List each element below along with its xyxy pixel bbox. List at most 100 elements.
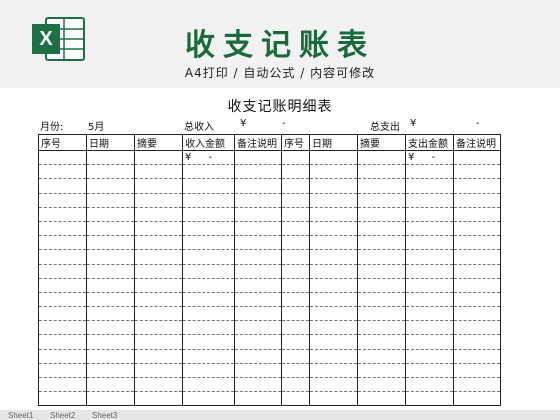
cell[interactable] [38,178,87,194]
cell[interactable] [281,278,310,293]
cell[interactable] [182,306,235,322]
cell[interactable] [357,164,406,180]
cell[interactable] [38,264,87,279]
cell[interactable] [357,221,406,237]
cell[interactable] [86,249,135,265]
cell[interactable] [453,164,501,180]
cell[interactable] [86,178,135,194]
cell[interactable] [38,377,87,393]
cell[interactable] [453,292,501,308]
cell[interactable] [182,249,235,265]
income-sum-cell[interactable]: ¥ - [182,150,235,166]
cell[interactable] [134,334,183,350]
cell[interactable] [182,178,235,194]
cell[interactable] [234,264,282,279]
cell[interactable] [134,264,183,279]
cell[interactable] [357,150,406,166]
cell[interactable] [357,320,406,336]
cell[interactable] [234,235,282,251]
cell[interactable] [134,306,183,322]
cell[interactable] [234,207,282,222]
cell[interactable] [309,377,358,393]
cell[interactable] [38,334,87,350]
cell[interactable] [309,391,358,407]
month-value[interactable]: 5月 [88,118,104,133]
cell[interactable] [86,349,135,364]
cell[interactable] [281,150,310,166]
cell[interactable] [234,150,282,166]
cell[interactable] [234,221,282,237]
cell[interactable] [405,320,454,336]
cell[interactable] [182,193,235,208]
cell[interactable] [234,249,282,265]
cell[interactable] [234,377,282,393]
cell[interactable] [281,207,310,222]
cell[interactable] [453,306,501,322]
cell[interactable] [234,178,282,194]
cell[interactable] [182,391,235,407]
cell[interactable] [281,235,310,251]
cell[interactable] [281,292,310,308]
cell[interactable] [182,235,235,251]
cell[interactable] [309,278,358,293]
cell[interactable] [86,193,135,208]
cell[interactable] [405,363,454,379]
cell[interactable] [134,249,183,265]
cell[interactable] [86,292,135,308]
cell[interactable] [281,334,310,350]
cell[interactable] [234,164,282,180]
tab-sheet2[interactable]: Sheet2 [50,411,75,420]
cell[interactable] [182,334,235,350]
cell[interactable] [453,391,501,407]
cell[interactable] [134,377,183,393]
cell[interactable] [38,278,87,293]
income-total-value[interactable]: - [282,118,286,129]
cell[interactable] [357,178,406,194]
cell[interactable] [134,207,183,222]
cell[interactable] [234,193,282,208]
cell[interactable] [38,235,87,251]
cell[interactable] [357,306,406,322]
cell[interactable] [309,363,358,379]
cell[interactable] [234,363,282,379]
cell[interactable] [38,320,87,336]
cell[interactable] [134,349,183,364]
cell[interactable] [309,150,358,166]
cell[interactable] [405,278,454,293]
tab-sheet3[interactable]: Sheet3 [92,411,117,420]
cell[interactable] [38,306,87,322]
expense-total-value[interactable]: - [476,118,480,129]
cell[interactable] [234,292,282,308]
tab-sheet1[interactable]: Sheet1 [8,411,33,420]
cell[interactable] [405,306,454,322]
cell[interactable] [234,349,282,364]
cell[interactable] [405,178,454,194]
cell[interactable] [453,349,501,364]
cell[interactable] [357,249,406,265]
cell[interactable] [405,193,454,208]
cell[interactable] [309,349,358,364]
cell[interactable] [86,320,135,336]
cell[interactable] [234,391,282,407]
cell[interactable] [134,150,183,166]
cell[interactable] [309,306,358,322]
cell[interactable] [134,164,183,180]
cell[interactable] [134,235,183,251]
cell[interactable] [357,278,406,293]
cell[interactable] [357,264,406,279]
cell[interactable] [86,235,135,251]
cell[interactable] [281,377,310,393]
cell[interactable] [309,320,358,336]
cell[interactable] [309,264,358,279]
cell[interactable] [453,377,501,393]
cell[interactable] [357,235,406,251]
cell[interactable] [453,278,501,293]
cell[interactable] [309,221,358,237]
cell[interactable] [453,320,501,336]
cell[interactable] [182,164,235,180]
cell[interactable] [134,193,183,208]
cell[interactable] [134,278,183,293]
cell[interactable] [453,249,501,265]
cell[interactable] [86,278,135,293]
cell[interactable] [405,207,454,222]
